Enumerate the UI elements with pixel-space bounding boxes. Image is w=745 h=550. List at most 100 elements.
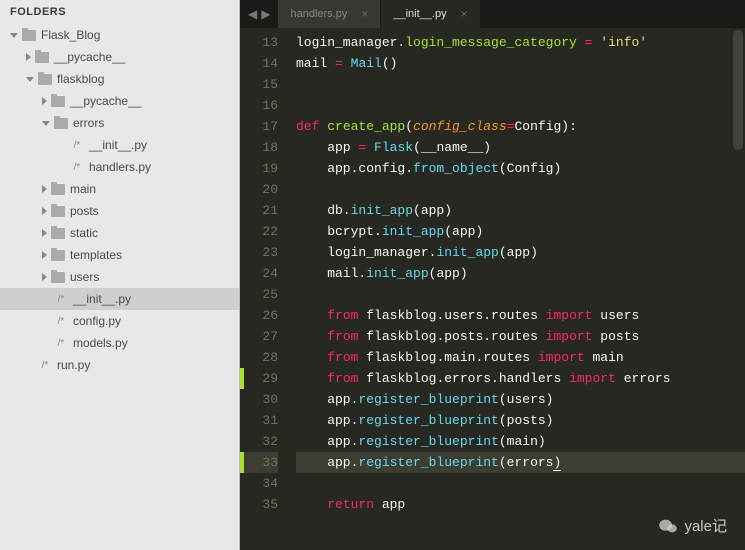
tree-item-label: users	[70, 270, 99, 284]
folder-item[interactable]: templates	[0, 244, 239, 266]
wechat-icon	[658, 518, 678, 534]
line-number: 30	[240, 389, 278, 410]
code-line[interactable]: mail.init_app(app)	[296, 263, 745, 284]
folder-item[interactable]: main	[0, 178, 239, 200]
tree-item-label: __init__.py	[73, 292, 131, 306]
folder-icon	[51, 96, 65, 107]
file-item[interactable]: /* handlers.py	[0, 156, 239, 178]
folder-icon	[51, 228, 65, 239]
line-gutter: 1314151617181920212223242526272829303132…	[240, 32, 292, 550]
tab[interactable]: handlers.py ×	[278, 0, 381, 28]
code-line[interactable]: bcrypt.init_app(app)	[296, 221, 745, 242]
disclosure-icon[interactable]	[42, 273, 47, 281]
tab-bar: ◀ ▶ handlers.py × __init__.py ×	[240, 0, 745, 28]
disclosure-icon[interactable]	[10, 33, 18, 38]
disclosure-icon[interactable]	[42, 207, 47, 215]
line-number: 21	[240, 200, 278, 221]
code-line[interactable]: db.init_app(app)	[296, 200, 745, 221]
disclosure-icon[interactable]	[26, 53, 31, 61]
folder-icon	[22, 30, 36, 41]
code-line[interactable]: login_manager.login_message_category = '…	[296, 32, 745, 53]
folder-item[interactable]: errors	[0, 112, 239, 134]
tree-item-label: models.py	[73, 336, 128, 350]
editor-body[interactable]: 1314151617181920212223242526272829303132…	[240, 28, 745, 550]
code-line[interactable]: app.register_blueprint(main)	[296, 431, 745, 452]
line-number: 28	[240, 347, 278, 368]
line-number: 26	[240, 305, 278, 326]
close-icon[interactable]: ×	[361, 7, 368, 21]
code-line[interactable]: from flaskblog.posts.routes import posts	[296, 326, 745, 347]
nav-forward-icon[interactable]: ▶	[261, 7, 270, 21]
code-line[interactable]: app.register_blueprint(users)	[296, 389, 745, 410]
file-item[interactable]: /* run.py	[0, 354, 239, 376]
tree-item-label: __init__.py	[89, 138, 147, 152]
line-number: 15	[240, 74, 278, 95]
folder-item[interactable]: flaskblog	[0, 68, 239, 90]
folder-icon	[38, 74, 52, 85]
code-line[interactable]: app = Flask(__name__)	[296, 137, 745, 158]
folder-icon	[51, 250, 65, 261]
file-item[interactable]: /* __init__.py	[0, 288, 239, 310]
line-number: 25	[240, 284, 278, 305]
folder-item[interactable]: __pycache__	[0, 46, 239, 68]
nav-back-icon[interactable]: ◀	[248, 7, 257, 21]
tree-item-label: config.py	[73, 314, 121, 328]
disclosure-icon[interactable]	[42, 185, 47, 193]
code-line[interactable]: app.register_blueprint(errors)	[296, 452, 745, 473]
code-line[interactable]: from flaskblog.main.routes import main	[296, 347, 745, 368]
code-line[interactable]: return app	[296, 494, 745, 515]
code-line[interactable]	[296, 284, 745, 305]
code-line[interactable]: from flaskblog.users.routes import users	[296, 305, 745, 326]
file-icon: /*	[70, 162, 84, 173]
sidebar: FOLDERS Flask_Blog__pycache__flaskblog__…	[0, 0, 240, 550]
tab-nav-arrows[interactable]: ◀ ▶	[240, 0, 278, 28]
line-number: 19	[240, 158, 278, 179]
folder-item[interactable]: users	[0, 266, 239, 288]
code-line[interactable]	[296, 74, 745, 95]
file-icon: /*	[54, 294, 68, 305]
file-item[interactable]: /* config.py	[0, 310, 239, 332]
file-item[interactable]: /* models.py	[0, 332, 239, 354]
line-number: 29	[240, 368, 278, 389]
tab[interactable]: __init__.py ×	[381, 0, 480, 28]
disclosure-icon[interactable]	[42, 97, 47, 105]
folder-item[interactable]: posts	[0, 200, 239, 222]
code-line[interactable]: from flaskblog.errors.handlers import er…	[296, 368, 745, 389]
folder-item[interactable]: static	[0, 222, 239, 244]
tree-item-label: static	[70, 226, 98, 240]
folder-item[interactable]: __pycache__	[0, 90, 239, 112]
code-line[interactable]	[296, 179, 745, 200]
code-line[interactable]: app.register_blueprint(posts)	[296, 410, 745, 431]
close-icon[interactable]: ×	[461, 7, 468, 21]
tree-item-label: handlers.py	[89, 160, 151, 174]
line-number: 27	[240, 326, 278, 347]
tree-item-label: run.py	[57, 358, 90, 372]
tab-label: __init__.py	[393, 8, 446, 20]
line-number: 35	[240, 494, 278, 515]
code-content[interactable]: login_manager.login_message_category = '…	[292, 32, 745, 550]
file-icon: /*	[70, 140, 84, 151]
disclosure-icon[interactable]	[26, 77, 34, 82]
file-item[interactable]: /* __init__.py	[0, 134, 239, 156]
line-number: 23	[240, 242, 278, 263]
line-number: 20	[240, 179, 278, 200]
file-icon: /*	[54, 316, 68, 327]
file-icon: /*	[54, 338, 68, 349]
disclosure-icon[interactable]	[42, 121, 50, 126]
disclosure-icon[interactable]	[42, 251, 47, 259]
folder-icon	[54, 118, 68, 129]
code-line[interactable]: login_manager.init_app(app)	[296, 242, 745, 263]
folder-item[interactable]: Flask_Blog	[0, 24, 239, 46]
code-line[interactable]	[296, 95, 745, 116]
code-line[interactable]: def create_app(config_class=Config):	[296, 116, 745, 137]
tab-label: handlers.py	[290, 8, 347, 20]
disclosure-icon[interactable]	[42, 229, 47, 237]
line-number: 14	[240, 53, 278, 74]
code-line[interactable]: app.config.from_object(Config)	[296, 158, 745, 179]
code-line[interactable]: mail = Mail()	[296, 53, 745, 74]
scrollbar-thumb[interactable]	[733, 30, 743, 150]
folder-tree: Flask_Blog__pycache__flaskblog__pycache_…	[0, 24, 239, 376]
file-icon: /*	[38, 360, 52, 371]
code-line[interactable]	[296, 473, 745, 494]
watermark: yale记	[658, 515, 727, 536]
